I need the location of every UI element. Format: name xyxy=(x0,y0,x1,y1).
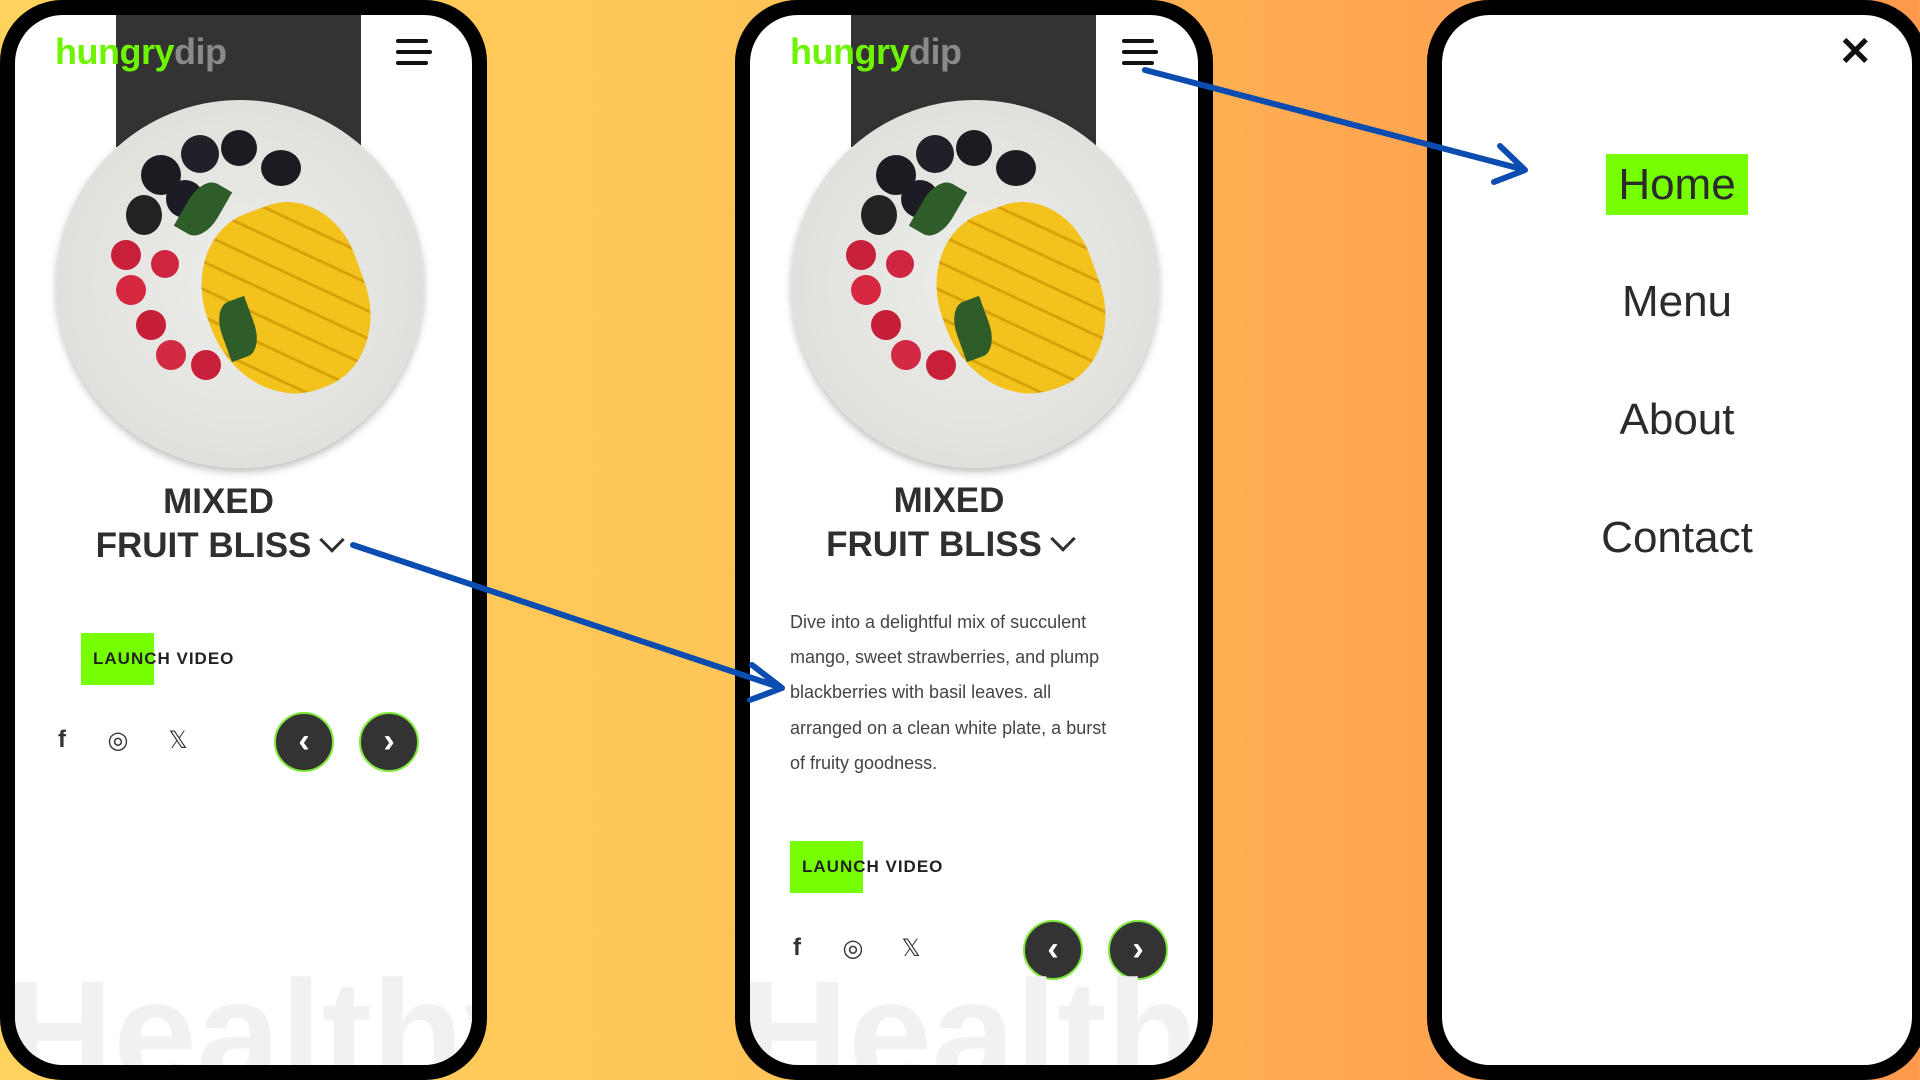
watermark: Healthy xyxy=(750,949,1198,1065)
chevron-left-icon[interactable]: ‹ xyxy=(274,712,334,772)
screen: hungrydip MIXED FRUIT BLISS LAUNCH VIDEO … xyxy=(15,15,472,1065)
screen: hungrydip MIXED FRUIT BLISS Dive into a d… xyxy=(750,15,1198,1065)
phone-expanded: hungrydip MIXED FRUIT BLISS Dive into a d… xyxy=(735,0,1213,1080)
launch-video-button[interactable]: LAUNCH VIDEO xyxy=(790,841,942,893)
fruit-plate-image xyxy=(791,100,1159,468)
menu-icon[interactable] xyxy=(1122,37,1162,69)
menu-item-contact[interactable]: Contact xyxy=(1442,513,1912,563)
phone-menu-open: ✕ Home Menu About Contact xyxy=(1427,0,1920,1080)
facebook-icon[interactable]: f xyxy=(47,726,77,754)
title-line1: MIXED xyxy=(893,481,1005,520)
chevron-down-icon[interactable] xyxy=(1050,526,1076,552)
product-title[interactable]: MIXED FRUIT BLISS xyxy=(15,480,472,568)
logo-part1: hungry xyxy=(55,31,175,72)
menu-item-label: Contact xyxy=(1601,513,1753,562)
logo-part2: dip xyxy=(174,31,227,72)
logo-part2: dip xyxy=(909,31,962,72)
menu-item-label: Home xyxy=(1606,154,1748,215)
launch-video-label: LAUNCH VIDEO xyxy=(802,857,944,876)
title-line2: FRUIT BLISS xyxy=(95,526,312,565)
fruit-plate-image xyxy=(56,100,424,468)
menu-item-menu[interactable]: Menu xyxy=(1442,277,1912,327)
menu-item-about[interactable]: About xyxy=(1442,395,1912,445)
phone-collapsed: hungrydip MIXED FRUIT BLISS LAUNCH VIDEO … xyxy=(0,0,487,1080)
launch-video-label: LAUNCH VIDEO xyxy=(93,649,235,668)
chevron-right-icon[interactable]: › xyxy=(359,712,419,772)
launch-video-button[interactable]: LAUNCH VIDEO xyxy=(81,633,233,685)
logo[interactable]: hungrydip xyxy=(55,31,227,73)
close-icon[interactable]: ✕ xyxy=(1838,29,1872,75)
product-title[interactable]: MIXED FRUIT BLISS xyxy=(750,479,1198,567)
logo[interactable]: hungrydip xyxy=(790,31,962,73)
nav-menu-screen: ✕ Home Menu About Contact xyxy=(1442,15,1912,1065)
title-line2: FRUIT BLISS xyxy=(826,525,1042,564)
menu-item-label: Menu xyxy=(1621,277,1733,326)
menu-icon[interactable] xyxy=(396,37,436,69)
watermark: Healthy xyxy=(15,949,472,1065)
product-description: Dive into a delightful mix of succulent … xyxy=(790,612,1107,773)
menu-item-label: About xyxy=(1619,395,1735,444)
logo-part1: hungry xyxy=(790,31,910,72)
title-line1: MIXED xyxy=(163,482,274,521)
menu-item-home[interactable]: Home xyxy=(1442,154,1912,215)
instagram-icon[interactable]: ◎ xyxy=(103,726,133,755)
chevron-down-icon[interactable] xyxy=(319,527,346,553)
x-icon[interactable]: 𝕏 xyxy=(163,726,193,755)
